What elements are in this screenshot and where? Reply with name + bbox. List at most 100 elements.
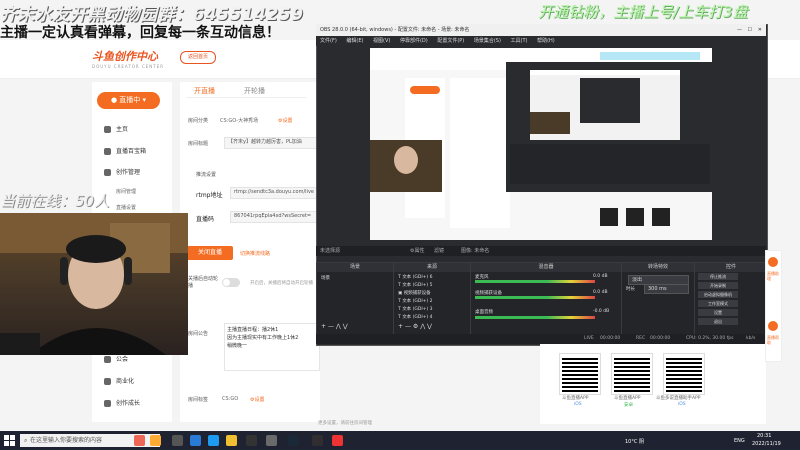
remove-icon: — — [404, 323, 411, 330]
maximize-icon[interactable]: ☐ — [748, 24, 752, 36]
site-logo[interactable]: 斗鱼创作中心 DOUYU CREATOR CENTER — [92, 48, 172, 69]
category-setting-label: 设置 — [282, 118, 293, 124]
growth-icon — [104, 400, 111, 407]
assistant-label[interactable]: 直播助理 — [767, 271, 780, 281]
duration-label: 时长 — [626, 287, 635, 292]
stream-code-input[interactable]: 867041rpqEpla4xd?wsSecret= — [230, 211, 321, 223]
announce-textarea[interactable]: 主播直播日程：播2休1 因为主播现实中有工作晚上1休2 稍微晚一 — [224, 323, 320, 371]
clock-date[interactable]: 2022/11/19 — [752, 441, 781, 447]
up-icon: ⋀ — [335, 323, 341, 330]
sidebar-item-growth[interactable]: 创作成长 — [104, 398, 140, 407]
settings-button[interactable]: 设置 — [698, 309, 738, 316]
clock-time[interactable]: 20:31 — [757, 433, 771, 439]
menu-view[interactable]: 视图(V) — [373, 38, 390, 44]
menu-help[interactable]: 帮助(H) — [537, 38, 555, 44]
help-icon[interactable] — [768, 321, 778, 331]
app-icon[interactable] — [246, 435, 257, 446]
up-icon: ⋀ — [420, 323, 426, 330]
qr-caption: 斗鱼多说直播助手APP — [656, 396, 701, 401]
back-home-button[interactable]: 返回首页 — [180, 51, 216, 64]
announce-label: 房间公告 — [188, 331, 209, 337]
title-input[interactable]: 【齐末y】越转力越厉害，PL加油 — [224, 137, 321, 149]
mixer-meter — [475, 296, 595, 299]
tab-carousel[interactable]: 开轮播 — [244, 86, 265, 96]
chevron-down-icon: ▾ — [140, 96, 147, 104]
sidebar-item-home[interactable]: 主页 — [104, 124, 128, 133]
tag-setting-link[interactable]: ⚙设置 — [250, 396, 265, 403]
tab-start-live[interactable]: 开直播 — [194, 86, 215, 96]
exit-button[interactable]: 退出 — [698, 318, 738, 325]
guild-icon — [104, 356, 111, 363]
properties-button[interactable]: ⚙属性 — [410, 246, 425, 256]
task-view-icon[interactable] — [172, 435, 183, 446]
source-item[interactable]: T 文本 (GDI+) 3 — [398, 306, 432, 312]
minimize-icon[interactable]: — — [737, 24, 742, 36]
app-icon[interactable] — [266, 435, 277, 446]
category-setting-link[interactable]: ⚙设置 — [278, 117, 293, 124]
add-icon: + — [398, 323, 404, 330]
file-explorer-icon[interactable] — [190, 435, 201, 446]
input-language[interactable]: ENG — [734, 438, 745, 444]
announce-line: 主播直播日程：播2休1 — [227, 327, 279, 333]
duration-input[interactable]: 300 ms — [644, 284, 689, 294]
qr-code-assistant — [664, 354, 704, 394]
menu-profile[interactable]: 配置文件(P) — [437, 38, 464, 44]
source-item[interactable]: ▣ 视频捕获设备 — [398, 290, 431, 296]
stop-live-button[interactable]: 关闭直播 — [187, 246, 233, 260]
obs-titlebar[interactable]: OBS 28.0.0 (64-bit, windows) - 配置文件: 未命名… — [316, 24, 766, 36]
menu-file[interactable]: 文件(F) — [320, 38, 337, 44]
scene-controls[interactable]: + — ⋀ ⋁ — [321, 323, 348, 330]
transitions-dock-title: 转场特效 — [622, 263, 694, 272]
logo-text: 斗鱼创作中心 — [92, 50, 158, 63]
stop-streaming-button[interactable]: 停止推流 — [698, 273, 738, 280]
live-status-button[interactable]: ● 直播中 ▾ — [97, 92, 160, 109]
gear-icon: ⚙ — [412, 323, 419, 330]
menu-edit[interactable]: 编辑(E) — [346, 38, 363, 44]
chrome-icon[interactable] — [332, 435, 343, 446]
source-controls[interactable]: + — ⚙ ⋀ ⋁ — [398, 323, 432, 330]
mixer-channel-db: -0.0 dB — [593, 309, 610, 314]
rtmp-input[interactable]: rtmp://sendtc3a.douyu.com/live — [230, 187, 321, 199]
edge-icon[interactable] — [208, 435, 219, 446]
menu-docks[interactable]: 停靠部件(D) — [400, 38, 428, 44]
source-item[interactable]: T 文本 (GDI+) 2 — [398, 298, 432, 304]
sidebar-item-guild[interactable]: 公会 — [104, 354, 128, 363]
obs-taskbar-icon[interactable] — [312, 435, 323, 446]
mixer-dock-title: 混音器 — [471, 263, 621, 272]
assistant-icon[interactable] — [768, 257, 778, 267]
sidebar-sub-room[interactable]: 房间管理 — [116, 188, 136, 195]
taskbar-app-icon[interactable] — [150, 435, 161, 446]
folder-icon[interactable] — [226, 435, 237, 446]
scene-item[interactable]: 场景 — [321, 275, 330, 281]
menu-tools[interactable]: 工具(T) — [511, 38, 528, 44]
menu-scene-collection[interactable]: 场景集合(S) — [474, 38, 501, 44]
studio-mode-button[interactable]: 工作室模式 — [698, 300, 738, 307]
obs-title-text: OBS 28.0.0 (64-bit, windows) - 配置文件: 未命名… — [320, 27, 470, 33]
obs-preview-canvas[interactable] — [370, 48, 712, 240]
sidebar-sub-live[interactable]: 直播设置 — [116, 204, 136, 211]
sidebar-item-commerce[interactable]: 商业化 — [104, 376, 134, 385]
no-source-text: 未选择源 — [320, 248, 341, 254]
start-recording-button[interactable]: 开始录制 — [698, 282, 738, 289]
steam-icon[interactable] — [288, 435, 299, 446]
windows-start-icon[interactable] — [4, 435, 15, 446]
help-label[interactable]: 直播帮助 — [767, 335, 780, 345]
source-item[interactable]: T 文本 (GDI+) 5 — [398, 282, 432, 288]
source-item[interactable]: T 文本 (GDI+) 6 — [398, 274, 432, 280]
qr-caption: 斗鱼直播APP — [562, 396, 589, 401]
auto-carousel-toggle[interactable] — [222, 278, 240, 287]
source-item-label: 文本 (GDI+) 2 — [402, 299, 433, 304]
source-item[interactable]: T 文本 (GDI+) 4 — [398, 314, 432, 320]
taskbar-app-icon[interactable] — [134, 435, 145, 446]
virtual-camera-button[interactable]: 启动虚拟摄像机 — [698, 291, 738, 298]
sidebar-item-toolbox[interactable]: 直播百宝箱 — [104, 146, 146, 155]
source-item-label: 文本 (GDI+) 3 — [402, 307, 433, 312]
close-icon[interactable]: ✕ — [758, 24, 762, 36]
more-settings-link[interactable]: 更多设置，请前往房间管理 — [318, 420, 372, 426]
switch-line-link[interactable]: 切换推流线路 — [240, 250, 270, 257]
sidebar-item-create[interactable]: 创作管理 — [104, 167, 140, 176]
filters-button[interactable]: 滤镜 — [434, 246, 444, 256]
announce-line: 稍微晚一 — [227, 343, 248, 349]
weather-text[interactable]: 10°C 阴 — [625, 438, 644, 445]
tag-label: 房间标签 — [188, 397, 209, 403]
